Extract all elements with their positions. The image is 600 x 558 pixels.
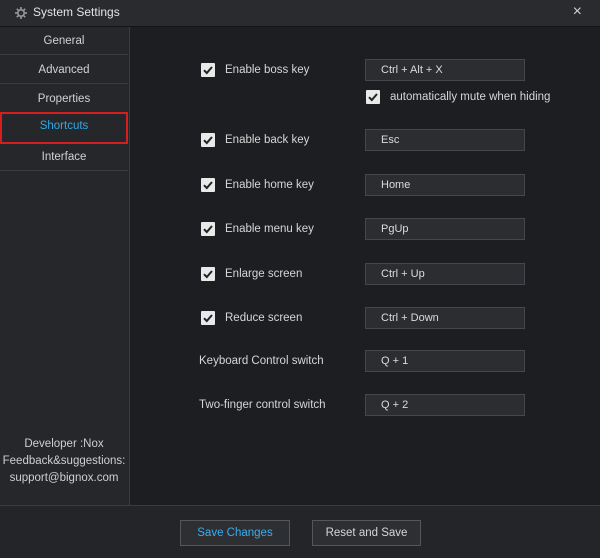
back-key-checkbox[interactable] bbox=[201, 133, 215, 147]
sidebar-item-advanced[interactable]: Advanced bbox=[0, 56, 128, 84]
home-key-checkbox[interactable] bbox=[201, 178, 215, 192]
home-key-row: Enable home key Home bbox=[130, 174, 600, 199]
sidebar-item-shortcuts[interactable]: Shortcuts bbox=[0, 112, 128, 144]
reduce-row: Reduce screen Ctrl + Down bbox=[130, 307, 600, 332]
enlarge-label: Enlarge screen bbox=[225, 268, 303, 280]
two-finger-label: Two-finger control switch bbox=[199, 399, 326, 411]
developer-label: Developer :Nox bbox=[24, 438, 104, 450]
check-icon bbox=[368, 93, 378, 102]
keyboard-switch-row: Keyboard Control switch Q + 1 bbox=[130, 350, 600, 375]
back-key-field[interactable]: Esc bbox=[365, 129, 525, 151]
mute-row: automatically mute when hiding bbox=[130, 90, 600, 110]
enlarge-checkbox[interactable] bbox=[201, 267, 215, 281]
reduce-field[interactable]: Ctrl + Down bbox=[365, 307, 525, 329]
menu-key-field[interactable]: PgUp bbox=[365, 218, 525, 240]
two-finger-field[interactable]: Q + 2 bbox=[365, 394, 525, 416]
home-key-field[interactable]: Home bbox=[365, 174, 525, 196]
menu-key-checkbox[interactable] bbox=[201, 222, 215, 236]
check-icon bbox=[203, 136, 213, 145]
keyboard-switch-field[interactable]: Q + 1 bbox=[365, 350, 525, 372]
developer-info: Developer :Nox Feedback&suggestions: sup… bbox=[0, 436, 128, 487]
support-email: support@bignox.com bbox=[9, 472, 119, 484]
boss-key-row: Enable boss key Ctrl + Alt + X bbox=[130, 59, 600, 84]
footer-bar: Save Changes Reset and Save bbox=[0, 505, 600, 558]
window-title: System Settings bbox=[33, 5, 120, 19]
keyboard-switch-label: Keyboard Control switch bbox=[199, 355, 324, 367]
check-icon bbox=[203, 66, 213, 75]
menu-key-row: Enable menu key PgUp bbox=[130, 218, 600, 243]
back-key-label: Enable back key bbox=[225, 134, 310, 146]
reduce-checkbox[interactable] bbox=[201, 311, 215, 325]
reduce-label: Reduce screen bbox=[225, 312, 303, 324]
reset-and-save-button[interactable]: Reset and Save bbox=[312, 520, 421, 546]
home-key-label: Enable home key bbox=[225, 179, 314, 191]
boss-key-checkbox[interactable] bbox=[201, 63, 215, 77]
check-icon bbox=[203, 314, 213, 323]
check-icon bbox=[203, 270, 213, 279]
sidebar-item-general[interactable]: General bbox=[0, 27, 128, 55]
feedback-label: Feedback&suggestions: bbox=[2, 455, 126, 467]
two-finger-row: Two-finger control switch Q + 2 bbox=[130, 394, 600, 419]
check-icon bbox=[203, 225, 213, 234]
save-changes-button[interactable]: Save Changes bbox=[180, 520, 290, 546]
boss-key-label: Enable boss key bbox=[225, 64, 310, 76]
title-bar: System Settings × bbox=[0, 0, 600, 27]
back-key-row: Enable back key Esc bbox=[130, 129, 600, 154]
enlarge-field[interactable]: Ctrl + Up bbox=[365, 263, 525, 285]
sidebar-item-interface[interactable]: Interface bbox=[0, 143, 128, 171]
gear-icon bbox=[14, 6, 28, 20]
menu-key-label: Enable menu key bbox=[225, 223, 314, 235]
check-icon bbox=[203, 181, 213, 190]
mute-label: automatically mute when hiding bbox=[390, 91, 551, 103]
mute-checkbox[interactable] bbox=[366, 90, 380, 104]
boss-key-field[interactable]: Ctrl + Alt + X bbox=[365, 59, 525, 81]
shortcuts-panel: Enable boss key Ctrl + Alt + X automatic… bbox=[130, 27, 600, 505]
sidebar-item-properties[interactable]: Properties bbox=[0, 85, 128, 113]
enlarge-row: Enlarge screen Ctrl + Up bbox=[130, 263, 600, 288]
sidebar: General Advanced Properties Shortcuts In… bbox=[0, 27, 130, 505]
close-icon[interactable]: × bbox=[573, 3, 582, 21]
